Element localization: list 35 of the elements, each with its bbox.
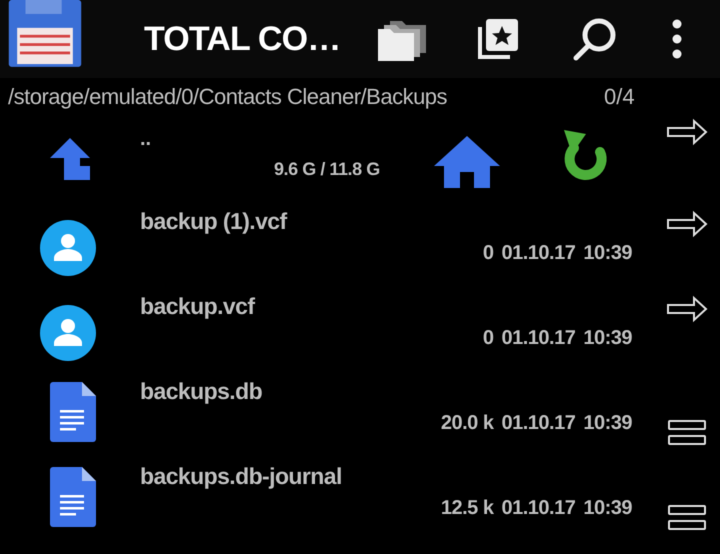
app-title: TOTAL CO…: [144, 18, 342, 60]
file-time: 10:39: [583, 411, 632, 436]
storage-usage: 9.6 G / 11.8 G: [274, 158, 380, 181]
home-icon[interactable]: [434, 136, 500, 188]
file-date: 01.10.17: [501, 496, 576, 521]
file-date: 01.10.17: [501, 241, 576, 266]
contact-icon: [40, 220, 96, 276]
file-name[interactable]: backup.vcf: [140, 289, 254, 324]
document-icon: [50, 467, 96, 527]
search-icon[interactable]: [572, 16, 618, 62]
file-name[interactable]: backup (1).vcf: [140, 204, 287, 238]
drag-handle-icon[interactable]: [668, 505, 706, 531]
file-time: 10:39: [583, 326, 632, 351]
arrow-right-icon[interactable]: [666, 210, 708, 238]
more-menu-icon[interactable]: [672, 19, 682, 59]
bookmark-star-icon[interactable]: [476, 17, 520, 61]
file-date: 01.10.17: [501, 411, 576, 436]
file-size: 20.0 k: [440, 411, 494, 436]
file-date: 01.10.17: [501, 326, 576, 351]
drag-handle-icon[interactable]: [668, 420, 706, 446]
document-icon: [50, 382, 96, 442]
file-time: 10:39: [583, 496, 632, 521]
file-size: 0: [482, 326, 494, 351]
selection-count: 0/4: [604, 82, 635, 110]
file-time: 10:39: [583, 241, 632, 266]
arrow-right-icon[interactable]: [666, 295, 708, 323]
file-name[interactable]: backups.db: [140, 374, 262, 408]
file-size: 0: [482, 241, 494, 266]
up-arrow-icon[interactable]: [50, 138, 90, 180]
arrow-right-icon[interactable]: [666, 118, 708, 146]
file-name[interactable]: backups.db-journal: [140, 459, 342, 494]
contact-icon: [40, 305, 96, 361]
parent-folder-name[interactable]: ..: [140, 124, 152, 154]
file-size: 12.5 k: [440, 496, 494, 521]
current-path: /storage/emulated/0/Contacts Cleaner/Backups: [8, 82, 448, 111]
